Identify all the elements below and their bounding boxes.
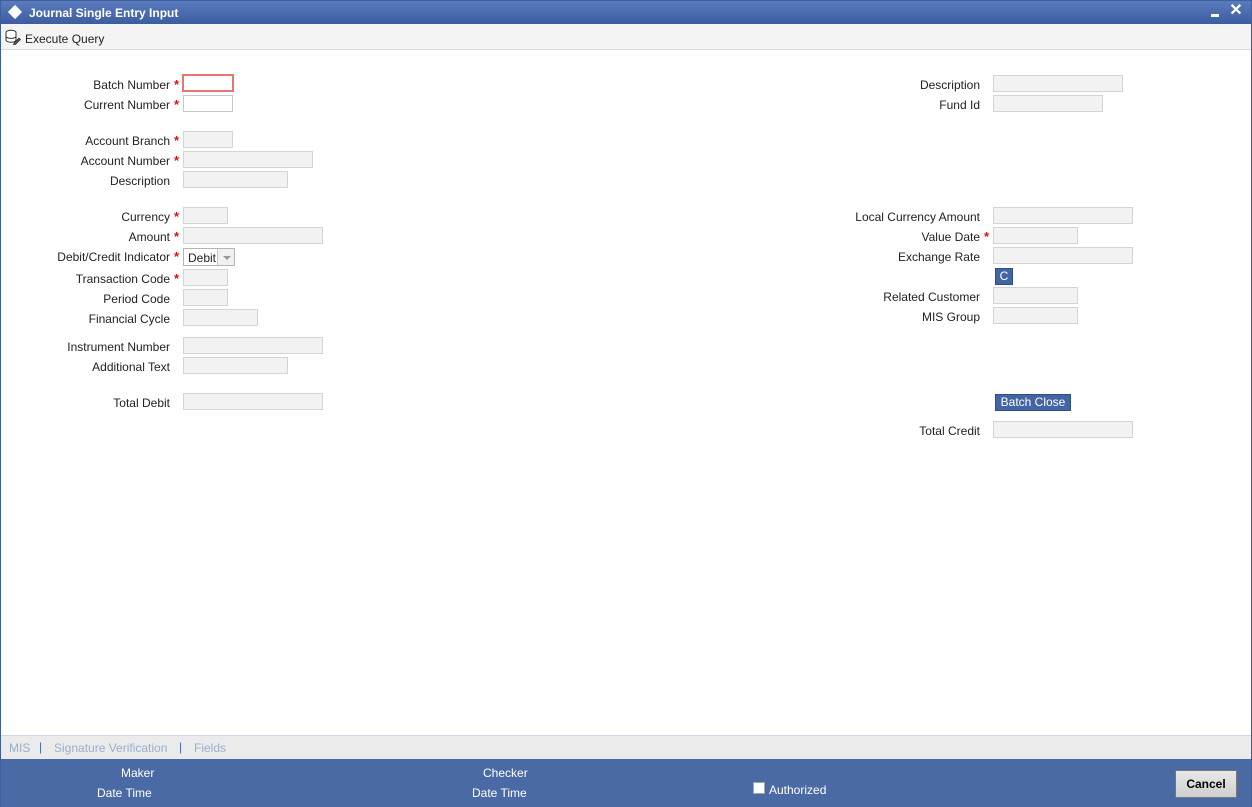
batch-description-input[interactable] xyxy=(993,75,1123,92)
financial-cycle-input[interactable] xyxy=(183,309,258,326)
window-title: Journal Single Entry Input xyxy=(29,6,179,20)
transaction-code-required-marker: * xyxy=(174,271,180,286)
checker-label: Checker xyxy=(483,766,528,780)
maker-label: Maker xyxy=(121,766,155,780)
minimize-button[interactable] xyxy=(1209,4,1221,20)
amount-input[interactable] xyxy=(183,227,323,244)
total-credit-label: Total Credit xyxy=(919,424,980,438)
account-branch-label: Account Branch xyxy=(85,134,170,148)
toolbar: Execute Query xyxy=(1,24,1251,50)
title-bar: Journal Single Entry Input ✕ xyxy=(1,1,1251,24)
subscreen-tabs-bar: MIS | Signature Verification | Fields xyxy=(1,735,1251,759)
additional-text-label: Additional Text xyxy=(92,360,170,374)
debit-credit-required-marker: * xyxy=(174,249,180,264)
execute-query-label: Execute Query xyxy=(25,32,105,46)
account-number-required-marker: * xyxy=(174,153,180,168)
c-button[interactable]: C xyxy=(995,268,1013,285)
batch-number-label: Batch Number xyxy=(93,78,170,92)
fund-id-label: Fund Id xyxy=(939,98,980,112)
instrument-number-label: Instrument Number xyxy=(67,340,170,354)
local-currency-amount-label: Local Currency Amount xyxy=(855,210,980,224)
transaction-code-label: Transaction Code xyxy=(75,272,170,286)
chevron-down-icon[interactable] xyxy=(217,249,234,265)
total-debit-input[interactable] xyxy=(183,393,323,410)
currency-label: Currency xyxy=(121,210,170,224)
value-date-required-marker: * xyxy=(984,229,990,244)
maker-date-time-label: Date Time xyxy=(97,786,152,800)
fund-id-input[interactable] xyxy=(993,95,1103,112)
checker-date-time-label: Date Time xyxy=(472,786,527,800)
window-diamond-icon xyxy=(7,4,23,20)
currency-required-marker: * xyxy=(174,209,180,224)
debit-credit-selected-value: Debit xyxy=(188,251,217,265)
batch-number-input[interactable] xyxy=(182,74,234,92)
tab-separator: | xyxy=(39,740,43,754)
tab-mis[interactable]: MIS xyxy=(9,741,30,755)
current-number-label: Current Number xyxy=(83,98,170,112)
exchange-rate-input[interactable] xyxy=(993,247,1133,264)
account-branch-input[interactable] xyxy=(183,131,233,148)
total-credit-input[interactable] xyxy=(993,421,1133,438)
transaction-code-input[interactable] xyxy=(183,269,228,286)
related-customer-input[interactable] xyxy=(993,287,1078,304)
account-description-label: Description xyxy=(109,174,170,188)
financial-cycle-label: Financial Cycle xyxy=(88,312,170,326)
currency-input[interactable] xyxy=(183,207,228,224)
exchange-rate-label: Exchange Rate xyxy=(897,250,980,264)
related-customer-label: Related Customer xyxy=(883,290,980,304)
authorized-label: Authorized xyxy=(769,783,827,797)
authorized-checkbox[interactable] xyxy=(753,782,765,794)
tab-separator: | xyxy=(179,740,183,754)
tab-signature-verification[interactable]: Signature Verification xyxy=(54,741,167,755)
account-branch-required-marker: * xyxy=(174,133,180,148)
tab-fields[interactable]: Fields xyxy=(194,741,226,755)
mis-group-label: MIS Group xyxy=(921,310,980,324)
account-description-input[interactable] xyxy=(183,171,288,188)
batch-description-label: Description xyxy=(919,78,980,92)
close-button[interactable]: ✕ xyxy=(1228,2,1244,20)
period-code-label: Period Code xyxy=(103,292,170,306)
batch-number-required-marker: * xyxy=(174,77,180,92)
local-currency-amount-input[interactable] xyxy=(993,207,1133,224)
mis-group-input[interactable] xyxy=(993,307,1078,324)
amount-label: Amount xyxy=(128,230,170,244)
value-date-label: Value Date xyxy=(921,230,980,244)
audit-footer: Maker Date Time Checker Date Time Author… xyxy=(1,759,1251,807)
value-date-input[interactable] xyxy=(993,227,1078,244)
instrument-number-input[interactable] xyxy=(183,337,323,354)
additional-text-input[interactable] xyxy=(183,357,288,374)
account-number-label: Account Number xyxy=(80,154,170,168)
journal-single-entry-window: Journal Single Entry Input ✕ Execute Que… xyxy=(0,0,1252,807)
period-code-input[interactable] xyxy=(183,289,228,306)
amount-required-marker: * xyxy=(174,229,180,244)
current-number-required-marker: * xyxy=(174,97,180,112)
current-number-input[interactable] xyxy=(183,95,233,112)
debit-credit-indicator-label: Debit/Credit Indicator xyxy=(57,250,170,264)
database-query-icon xyxy=(5,29,21,45)
debit-credit-indicator-select[interactable]: Debit xyxy=(183,248,235,266)
total-debit-label: Total Debit xyxy=(113,396,170,410)
account-number-input[interactable] xyxy=(183,151,313,168)
batch-close-button[interactable]: Batch Close xyxy=(995,394,1071,411)
cancel-button[interactable]: Cancel xyxy=(1175,770,1237,798)
